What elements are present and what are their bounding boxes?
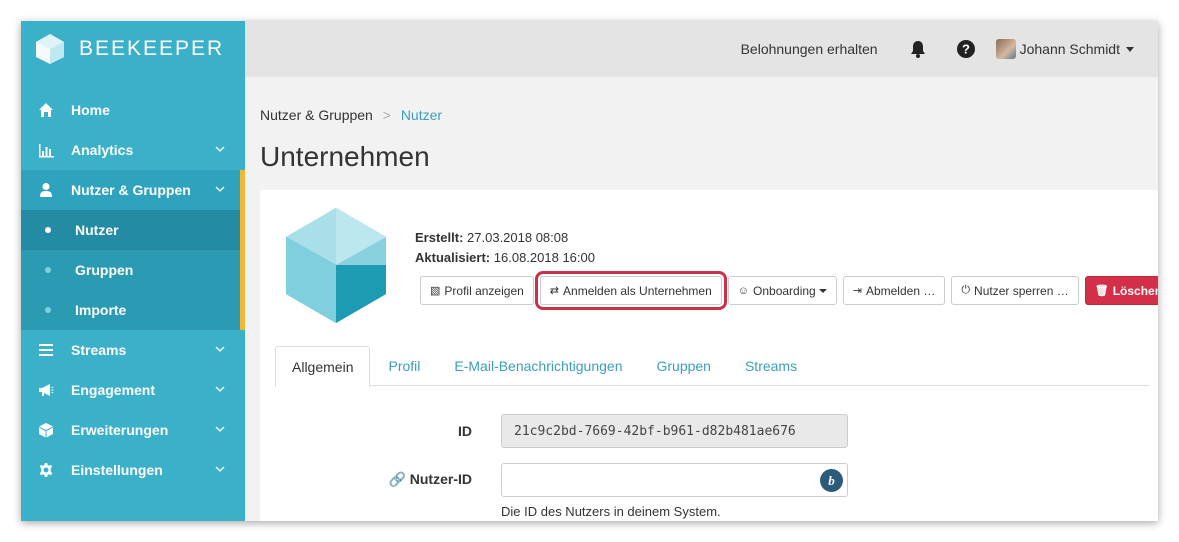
home-icon xyxy=(21,102,71,118)
caret-down-icon xyxy=(818,288,827,293)
user-icon xyxy=(21,182,71,198)
sidebar-subitem-users[interactable]: Nutzer xyxy=(21,210,245,250)
view-profile-label: Profil anzeigen xyxy=(444,283,524,298)
smiley-icon: ☺ xyxy=(737,284,750,297)
megaphone-icon xyxy=(21,382,71,398)
sidebar-subitem-imports[interactable]: Importe xyxy=(21,290,245,330)
top-bar: Belohnungen erhalten ? Johann Schmidt xyxy=(245,21,1158,77)
updated-label: Aktualisiert: xyxy=(415,250,491,265)
tab-bar: Allgemein Profil E-Mail-Benachrichtigung… xyxy=(275,346,1150,387)
chevron-down-icon xyxy=(215,146,225,152)
page-title: Unternehmen xyxy=(260,141,430,172)
sidebar-item-settings[interactable]: Einstellungen xyxy=(21,450,245,490)
created-row: Erstellt: 27.03.2018 08:08 xyxy=(415,228,595,248)
caret-down-icon[interactable] xyxy=(1126,46,1134,52)
chevron-down-icon xyxy=(215,466,225,472)
external-link-icon: ▧ xyxy=(430,285,441,297)
sidebar-item-label: Home xyxy=(71,102,110,118)
block-user-label: Nutzer sperren … xyxy=(974,283,1069,298)
svg-text:?: ? xyxy=(962,42,970,57)
onboarding-label: Onboarding xyxy=(753,283,816,298)
user-id-help: Die ID des Nutzers in deinem System. xyxy=(501,504,721,519)
sidebar-item-label: Analytics xyxy=(71,142,134,158)
updated-value: 16.08.2018 16:00 xyxy=(493,250,595,265)
login-as-button[interactable]: ⇄ Anmelden als Unternehmen xyxy=(534,271,727,310)
created-label: Erstellt: xyxy=(415,230,464,245)
sidebar-item-label: Einstellungen xyxy=(71,462,163,478)
rewards-link[interactable]: Belohnungen erhalten xyxy=(741,41,878,57)
sidebar-item-users-groups[interactable]: Nutzer & Gruppen xyxy=(21,170,245,210)
chevron-down-icon xyxy=(215,186,225,192)
id-label: ID xyxy=(458,423,472,439)
sidebar-item-label: Importe xyxy=(75,302,127,318)
sidebar-item-analytics[interactable]: Analytics xyxy=(21,130,245,170)
tab-groups[interactable]: Gruppen xyxy=(640,346,726,386)
breadcrumb-current[interactable]: Nutzer xyxy=(401,107,442,123)
gear-icon xyxy=(21,462,71,478)
breadcrumb-separator: > xyxy=(382,107,391,123)
company-avatar-hexagon xyxy=(286,208,386,323)
breadcrumb: Nutzer & Gruppen > Nutzer xyxy=(260,107,442,123)
sidebar-item-label: Engagement xyxy=(71,382,156,398)
trash-icon: 🗑 xyxy=(1094,285,1109,297)
cube-icon xyxy=(21,422,71,438)
bar-chart-icon xyxy=(21,142,71,158)
brand-name: BEEKEEPER xyxy=(79,37,225,60)
bullet-icon xyxy=(21,227,75,233)
power-icon: ⏻ xyxy=(961,284,971,296)
sidebar: BEEKEEPER Home Analytics Nutzer & Gruppe… xyxy=(21,21,245,521)
delete-label: Löschen … xyxy=(1112,283,1158,298)
sidebar-item-label: Nutzer xyxy=(75,222,119,238)
logout-button[interactable]: ⇥ Abmelden … xyxy=(842,276,946,305)
user-id-label: Nutzer-ID xyxy=(409,471,472,487)
block-user-button[interactable]: ⏻ Nutzer sperren … xyxy=(951,276,1079,305)
chevron-down-icon xyxy=(215,386,225,392)
user-id-field[interactable]: b xyxy=(501,463,848,497)
sidebar-item-label: Erweiterungen xyxy=(71,422,169,438)
sidebar-item-label: Gruppen xyxy=(75,262,134,278)
tab-general[interactable]: Allgemein xyxy=(275,346,371,387)
profile-meta: Erstellt: 27.03.2018 08:08 Aktualisiert:… xyxy=(415,228,595,268)
avatar[interactable] xyxy=(995,39,1016,59)
updated-row: Aktualisiert: 16.08.2018 16:00 xyxy=(415,248,595,268)
sidebar-subitem-groups[interactable]: Gruppen xyxy=(21,250,245,290)
onboarding-dropdown-button[interactable]: ☺ Onboarding xyxy=(727,276,837,305)
action-toolbar: ▧ Profil anzeigen ⇄ Anmelden als Unterne… xyxy=(420,271,1158,310)
tab-streams[interactable]: Streams xyxy=(729,346,813,386)
main-content: Nutzer & Gruppen > Nutzer Unternehmen Er… xyxy=(245,77,1158,521)
logo[interactable]: BEEKEEPER xyxy=(21,21,245,77)
chevron-down-icon xyxy=(215,346,225,352)
sign-out-icon: ⇥ xyxy=(852,285,862,297)
help-icon[interactable]: ? xyxy=(956,39,976,59)
sidebar-item-extensions[interactable]: Erweiterungen xyxy=(21,410,245,450)
app-window: BEEKEEPER Home Analytics Nutzer & Gruppe… xyxy=(21,21,1158,521)
bullet-icon xyxy=(21,267,75,273)
sidebar-nav: Home Analytics Nutzer & Gruppen Nutzer G… xyxy=(21,90,245,490)
beekeeper-logo-icon xyxy=(36,34,64,64)
tab-profile[interactable]: Profil xyxy=(372,346,436,386)
bullet-icon xyxy=(21,307,75,313)
chevron-down-icon xyxy=(215,426,225,432)
user-id-label-group: 🔗 Nutzer-ID xyxy=(380,471,472,488)
view-profile-button[interactable]: ▧ Profil anzeigen xyxy=(420,276,534,305)
created-value: 27.03.2018 08:08 xyxy=(467,230,569,245)
user-detail-card: Erstellt: 27.03.2018 08:08 Aktualisiert:… xyxy=(260,190,1158,521)
tab-email-notifications[interactable]: E-Mail-Benachrichtigungen xyxy=(438,346,638,386)
logout-label: Abmelden … xyxy=(865,283,936,298)
bell-icon[interactable] xyxy=(908,39,928,59)
b-badge-icon[interactable]: b xyxy=(820,469,843,492)
menu-icon xyxy=(21,342,71,358)
sidebar-item-engagement[interactable]: Engagement xyxy=(21,370,245,410)
exchange-icon: ⇄ xyxy=(549,285,560,297)
sidebar-item-home[interactable]: Home xyxy=(21,90,245,130)
link-icon: 🔗 xyxy=(388,471,406,487)
breadcrumb-parent[interactable]: Nutzer & Gruppen xyxy=(260,107,373,123)
login-as-label: Anmelden als Unternehmen xyxy=(563,283,712,298)
sidebar-item-streams[interactable]: Streams xyxy=(21,330,245,370)
delete-button[interactable]: 🗑 Löschen … xyxy=(1084,276,1158,305)
sidebar-item-label: Nutzer & Gruppen xyxy=(71,182,191,198)
sidebar-item-label: Streams xyxy=(71,342,127,358)
user-name[interactable]: Johann Schmidt xyxy=(1020,41,1120,57)
id-field: 21c9c2bd-7669-42bf-b961-d82b481ae676 xyxy=(501,414,848,448)
